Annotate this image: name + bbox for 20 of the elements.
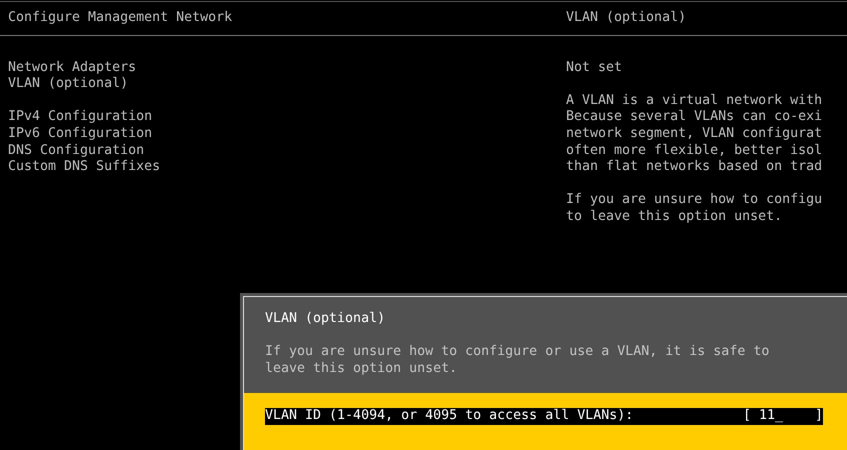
help-text-line: network segment, VLAN configurat [566,126,824,143]
current-value: Not set [566,60,624,76]
help-text-line: If you are unsure how to configu [566,192,824,209]
detail-title: VLAN (optional) [566,10,688,27]
menu-item[interactable]: IPv4 Configuration [8,109,566,126]
screen-title: Configure Management Network [8,10,234,27]
dialog-description-line: If you are unsure how to configure or use a VLAN, it is safe to [265,344,770,361]
menu-item[interactable]: Custom DNS Suffixes [8,159,566,176]
help-text-line: often more flexible, better isol [566,142,824,160]
help-text-line: Because several VLANs can co-exi [566,109,824,126]
menu-item[interactable]: IPv6 Configuration [8,126,566,143]
menu-item[interactable]: VLAN (optional) [8,76,566,93]
help-text-line: A VLAN is a virtual network with [566,92,824,110]
help-text-line: than flat networks based on trad [566,159,824,176]
help-text-line: to leave this option unset. [566,208,784,226]
vlan-id-field[interactable]: VLAN ID (1-4094, or 4095 to access all VLANs): [ 11_ ] [265,408,823,425]
dialog-title: VLAN (optional) [265,311,386,328]
menu-item[interactable]: DNS Configuration [8,142,566,160]
menu-item[interactable]: Network Adapters [8,60,566,76]
dialog-description-line: leave this option unset. [265,360,458,378]
